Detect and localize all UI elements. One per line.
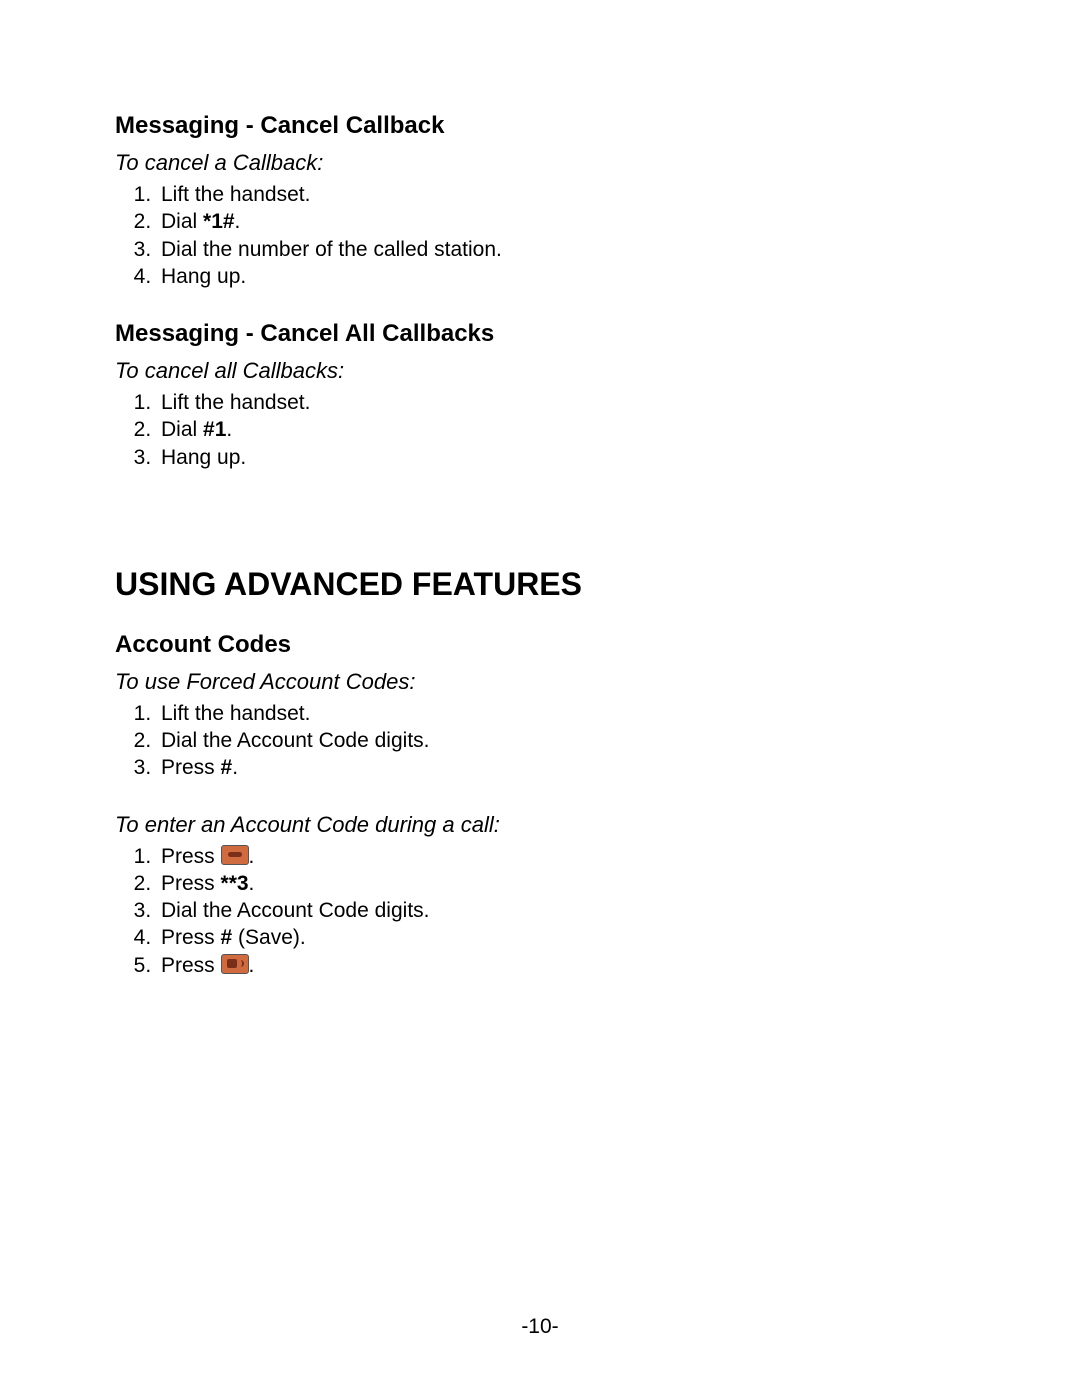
step-item: Dial the number of the called station. xyxy=(157,237,965,263)
key-code: #1 xyxy=(203,418,226,441)
key-code: *1# xyxy=(203,210,235,233)
step-text: Press xyxy=(161,872,221,895)
step-text: . xyxy=(235,210,241,233)
step-text: Press xyxy=(161,756,221,779)
section-heading: Messaging - Cancel Callback xyxy=(115,112,965,140)
step-text: Hang up. xyxy=(161,446,246,469)
step-item: Dial the Account Code digits. xyxy=(157,728,965,754)
step-text: . xyxy=(249,872,255,895)
step-item: Press #. xyxy=(157,755,965,781)
speaker-key-icon xyxy=(221,954,249,974)
key-code: **3 xyxy=(221,872,249,895)
step-item: Lift the handset. xyxy=(157,390,965,416)
step-item: Press . xyxy=(157,844,965,870)
step-text: . xyxy=(232,756,238,779)
step-item: Hang up. xyxy=(157,445,965,471)
step-text: Press xyxy=(161,845,221,868)
step-list: Lift the handset. Dial *1#. Dial the numbe… xyxy=(115,182,965,290)
step-item: Dial #1. xyxy=(157,417,965,443)
step-item: Press . xyxy=(157,953,965,979)
step-item: Dial *1#. xyxy=(157,209,965,235)
step-item: Press **3. xyxy=(157,871,965,897)
step-text: Press xyxy=(161,926,221,949)
step-text: Hang up. xyxy=(161,265,246,288)
section-subheading: To enter an Account Code during a call: xyxy=(115,812,965,838)
step-text: . xyxy=(249,845,255,868)
step-text: Dial xyxy=(161,210,203,233)
page-number: -10- xyxy=(0,1315,1080,1339)
step-text: Dial xyxy=(161,418,203,441)
step-item: Lift the handset. xyxy=(157,182,965,208)
handset-key-icon xyxy=(221,845,249,865)
step-text: Lift the handset. xyxy=(161,183,310,206)
step-text: Dial the number of the called station. xyxy=(161,238,502,261)
step-text: Dial the Account Code digits. xyxy=(161,729,430,752)
step-list: Lift the handset. Dial #1. Hang up. xyxy=(115,390,965,471)
step-text: Lift the handset. xyxy=(161,391,310,414)
step-list: Press .Press **3.Dial the Account Code d… xyxy=(115,844,965,979)
step-text: Dial the Account Code digits. xyxy=(161,899,430,922)
section-heading: Messaging - Cancel All Callbacks xyxy=(115,320,965,348)
step-text: . xyxy=(249,954,255,977)
section-subheading: To use Forced Account Codes: xyxy=(115,669,965,695)
step-text: Press xyxy=(161,954,221,977)
section-heading: Account Codes xyxy=(115,631,965,659)
step-item: Press # (Save). xyxy=(157,925,965,951)
section-subheading: To cancel a Callback: xyxy=(115,150,965,176)
step-text: (Save). xyxy=(232,926,306,949)
step-text: . xyxy=(226,418,232,441)
chapter-heading: USING ADVANCED FEATURES xyxy=(115,566,965,603)
section-subheading: To cancel all Callbacks: xyxy=(115,358,965,384)
step-item: Hang up. xyxy=(157,264,965,290)
step-item: Lift the handset. xyxy=(157,701,965,727)
key-code: # xyxy=(221,926,233,949)
step-item: Dial the Account Code digits. xyxy=(157,898,965,924)
key-code: # xyxy=(221,756,233,779)
document-page: Messaging - Cancel Callback To cancel a … xyxy=(0,0,1080,1397)
step-list: Lift the handset. Dial the Account Code d… xyxy=(115,701,965,782)
step-text: Lift the handset. xyxy=(161,702,310,725)
